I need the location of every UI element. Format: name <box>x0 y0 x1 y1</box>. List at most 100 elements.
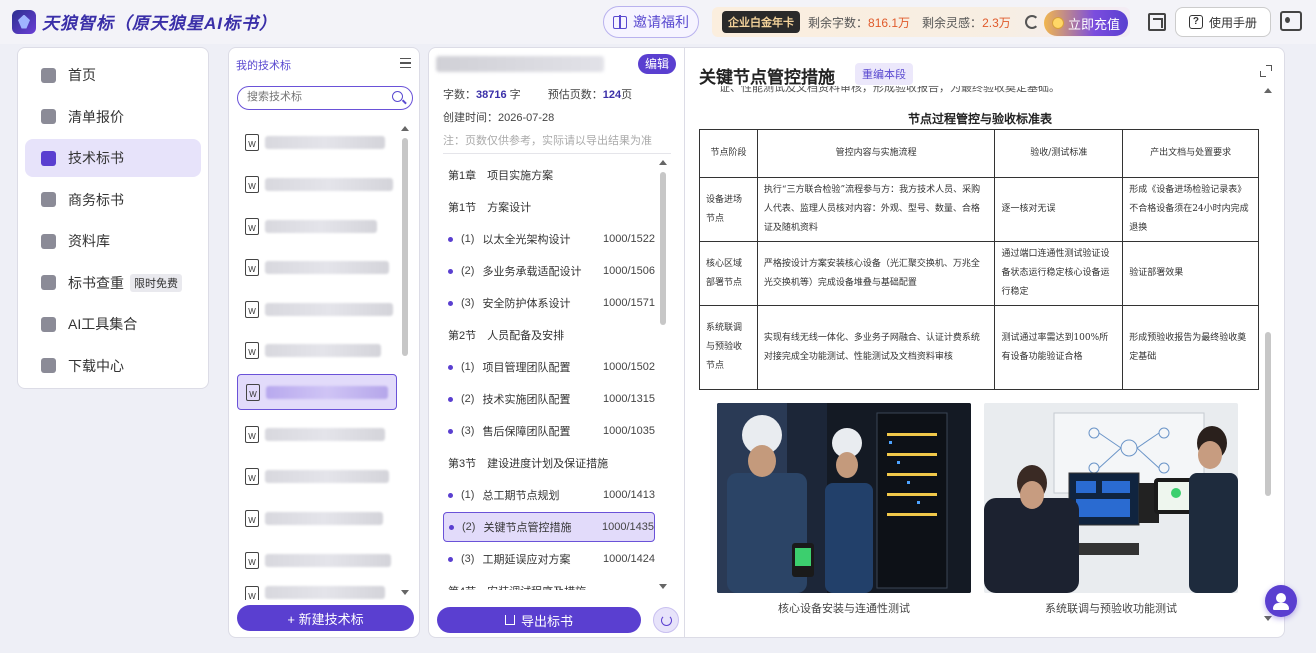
search-icon[interactable] <box>392 91 403 102</box>
recharge-button[interactable]: 立即充值 <box>1044 10 1128 36</box>
sidebar-item-tech-bid[interactable]: 技术标书 <box>25 139 201 177</box>
export-button[interactable]: 导出标书 <box>437 607 641 633</box>
sidebar-item-ai-tools[interactable]: AI工具集合 <box>25 305 201 343</box>
chars-remaining-value: 816.1万 <box>868 15 911 30</box>
photo-core-install <box>717 403 971 593</box>
list-item[interactable]: W <box>237 208 397 244</box>
invite-button[interactable]: 邀请福利 <box>603 6 699 38</box>
toc-item-count: 1000/1571 <box>603 297 655 309</box>
sidebar-item-dup-check[interactable]: 标书查重 限时免费 <box>25 264 201 302</box>
list-item[interactable]: W <box>237 124 397 160</box>
scroll-up-icon[interactable] <box>1264 88 1272 93</box>
pages-unit: 页 <box>621 89 633 101</box>
toc-item[interactable]: (2) 技术实施团队配置 1000/1315 <box>443 384 655 414</box>
sidebar-item-label: 技术标书 <box>68 150 124 166</box>
toc-item[interactable]: (2) 多业务承载适配设计 1000/1506 <box>443 256 655 286</box>
content-scrollbar[interactable] <box>1262 88 1274 628</box>
bullet-icon <box>448 556 453 562</box>
toc-item-number: (3) <box>461 297 475 309</box>
refresh-quota-icon[interactable] <box>1024 15 1039 29</box>
list-item[interactable]: W <box>237 500 397 536</box>
toc-item-label: 以太全光架构设计 <box>482 234 571 246</box>
scroll-up-icon[interactable] <box>659 160 667 165</box>
sidebar-item-label: 清单报价 <box>68 108 124 125</box>
toc-item-label: 第4节 安装调试程序及措施 <box>448 583 586 590</box>
toc-section[interactable]: 第2节 人员配备及安排 <box>443 320 655 350</box>
toc-item-label: 第2节 人员配备及安排 <box>448 330 565 342</box>
scrollbar-thumb[interactable] <box>402 138 408 356</box>
reedit-button[interactable]: 重编本段 <box>855 63 913 85</box>
toc-item[interactable]: (1) 项目管理团队配置 1000/1502 <box>443 352 655 382</box>
scroll-up-icon[interactable] <box>401 126 409 131</box>
vip-badge: 企业白金年卡 <box>722 11 800 33</box>
toc-item-number: (2) <box>461 393 475 405</box>
toc-item-label: 第1章 项目实施方案 <box>448 170 554 182</box>
toc-item-label: 项目管理团队配置 <box>482 362 571 374</box>
sidebar-item-business-bid[interactable]: 商务标书 <box>25 181 201 219</box>
list-item[interactable]: W <box>237 582 397 600</box>
toc-item-count: 1000/1502 <box>603 361 655 373</box>
table-row: 设备进场节点 执行“三方联合检验”流程参与方：我方技术人员、采购人代表、监理人员… <box>699 177 1259 242</box>
scroll-down-icon[interactable] <box>659 584 667 589</box>
toc-item[interactable]: (1) 以太全光架构设计 1000/1522 <box>443 224 655 254</box>
search-input[interactable] <box>247 87 387 107</box>
list-item[interactable]: W <box>237 291 397 327</box>
list-item[interactable]: W <box>237 332 397 368</box>
customer-service-icon[interactable] <box>1265 585 1297 617</box>
scroll-down-icon[interactable] <box>1264 616 1272 621</box>
new-tech-bid-button[interactable]: + 新建技术标 <box>237 605 414 631</box>
toc-section[interactable]: 第3节 建设进度计划及保证措施 <box>443 448 655 478</box>
outline-panel: 编辑 字数：38716 字 预估页数：124页 创建时间：2026-07-28 … <box>428 47 684 638</box>
control-standard-table: 节点阶段 管控内容与实施流程 验收/测试标准 产出文档与处置要求 设备进场节点 … <box>699 129 1259 390</box>
toc-item[interactable]: (2) 关键节点管控措施 1000/1435 <box>443 512 655 542</box>
photo-caption: 系统联调与预验收功能测试 <box>1045 603 1177 615</box>
table-row: 核心区域部署节点 严格按设计方案安装核心设备（光汇聚交换机、万兆全光交换机等）完… <box>699 241 1259 306</box>
app-logo[interactable]: 天狼智标（原天狼星AI标书） <box>12 9 277 34</box>
list-item[interactable]: W <box>237 458 397 494</box>
table-cell: 通过端口连通性测试验证设备状态运行稳定核心设备运行稳定 <box>994 241 1124 306</box>
table-cell: 设备进场节点 <box>699 177 758 242</box>
created-time: 创建时间：2026-07-28 <box>443 112 555 124</box>
scrollbar-thumb[interactable] <box>660 172 666 325</box>
toc-item-count: 1000/1413 <box>603 489 655 501</box>
toc-scrollbar[interactable] <box>657 160 669 590</box>
table-row: 系统联调与预验收节点 实现有线无线一体化、多业务子网融合、认证计费系统对接完成全… <box>699 305 1259 390</box>
table-cell: 形成预验收报告为最终验收奠定基础 <box>1122 305 1259 390</box>
profile-card-icon[interactable] <box>1280 11 1302 31</box>
chars-value: 38716 <box>476 89 507 101</box>
bullet-icon <box>448 428 453 434</box>
fullscreen-icon[interactable] <box>1148 13 1166 31</box>
toc-chapter[interactable]: 第1章 项目实施方案 <box>443 160 655 190</box>
expand-icon[interactable] <box>1260 65 1272 77</box>
list-item-selected[interactable]: W <box>237 374 397 410</box>
sidebar-item-list-quote[interactable]: 清单报价 <box>25 98 201 136</box>
list-scrollbar[interactable] <box>400 126 410 596</box>
scrollbar-thumb[interactable] <box>1265 332 1271 496</box>
bullet-icon <box>448 364 453 370</box>
toc-section[interactable]: 第4节 安装调试程序及措施 <box>443 576 655 590</box>
manual-button[interactable]: ? 使用手册 <box>1175 7 1271 37</box>
list-item[interactable]: W <box>237 249 397 285</box>
collapse-panel-icon[interactable] <box>400 58 411 68</box>
free-badge: 限时免费 <box>130 273 182 292</box>
manual-label: 使用手册 <box>1208 15 1257 30</box>
chars-unit: 字 <box>509 89 521 101</box>
edit-button[interactable]: 编辑 <box>638 54 676 74</box>
table-cell: 测试通过率需达到100%所有设备功能验证合格 <box>994 305 1124 390</box>
list-item[interactable]: W <box>237 166 397 202</box>
toc-item[interactable]: (3) 售后保障团队配置 1000/1035 <box>443 416 655 446</box>
toc-item[interactable]: (3) 工期延误应对方案 1000/1424 <box>443 544 655 574</box>
sidebar-item-library[interactable]: 资料库 <box>25 222 201 260</box>
bullet-icon <box>448 236 453 242</box>
sidebar-item-home[interactable]: 首页 <box>25 56 201 94</box>
list-item[interactable]: W <box>237 416 397 452</box>
toc-item[interactable]: (1) 总工期节点规划 1000/1413 <box>443 480 655 510</box>
sidebar-item-download[interactable]: 下载中心 <box>25 347 201 385</box>
list-item[interactable]: W <box>237 542 397 578</box>
toc-item[interactable]: (3) 安全防护体系设计 1000/1571 <box>443 288 655 318</box>
toc-section[interactable]: 第1节 方案设计 <box>443 192 655 222</box>
scroll-down-icon[interactable] <box>401 590 409 595</box>
blurred-title <box>265 177 393 191</box>
regenerate-icon[interactable] <box>653 607 679 633</box>
toc-item-count: 1000/1522 <box>603 233 655 245</box>
